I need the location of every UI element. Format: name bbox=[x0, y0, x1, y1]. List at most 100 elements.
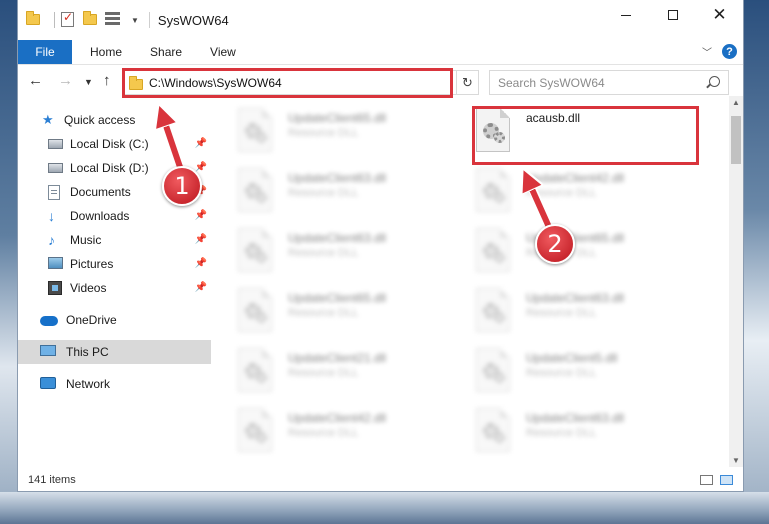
sidebar-item-label: Documents bbox=[70, 185, 131, 199]
item-count: 141 items bbox=[28, 474, 76, 486]
list-item[interactable]: UpdateClient5.dll Resource DLL bbox=[476, 346, 706, 404]
list-item[interactable]: UpdateClient63.dll Resource DLL bbox=[476, 286, 706, 344]
ribbon-tabs: File Home Share View ﹀ ? bbox=[18, 40, 743, 65]
sidebar-item-onedrive[interactable]: OneDrive bbox=[18, 308, 211, 332]
dll-file-icon bbox=[238, 228, 272, 272]
dll-file-icon bbox=[476, 228, 510, 272]
file-name: UpdateClient65.dll bbox=[288, 291, 387, 305]
downloads-icon: ↓ bbox=[48, 208, 55, 224]
back-arrow-icon[interactable]: ← bbox=[28, 72, 43, 89]
quick-access-toolbar: ▼ bbox=[26, 0, 139, 40]
music-icon: ♪ bbox=[48, 232, 55, 248]
sidebar-item-label: Local Disk (C:) bbox=[70, 137, 149, 151]
sidebar-item-label: Music bbox=[70, 233, 102, 247]
sidebar-item-pictures[interactable]: Pictures 📌 bbox=[18, 252, 211, 276]
folder-icon bbox=[26, 11, 42, 28]
file-name: UpdateClient42.dll bbox=[288, 411, 387, 425]
dll-file-icon bbox=[238, 108, 272, 152]
help-icon[interactable]: ? bbox=[722, 44, 737, 59]
vertical-scrollbar[interactable]: ▲ ▼ bbox=[729, 96, 743, 467]
dll-file-icon bbox=[476, 408, 510, 452]
minimize-button[interactable] bbox=[602, 0, 649, 30]
desktop-background-left bbox=[0, 0, 18, 524]
pin-icon: 📌 bbox=[194, 258, 207, 269]
sidebar-item-label: OneDrive bbox=[66, 313, 117, 327]
tab-share[interactable]: Share bbox=[136, 40, 196, 64]
title-separator bbox=[148, 12, 150, 28]
file-name: UpdateClient63.dll bbox=[288, 231, 387, 245]
ribbon-right-controls: ﹀ ? bbox=[702, 44, 737, 59]
tab-file[interactable]: File bbox=[18, 40, 72, 64]
new-folder-icon[interactable] bbox=[83, 11, 99, 28]
documents-icon bbox=[48, 185, 64, 200]
customize-toolbar-chevron-icon[interactable]: ▼ bbox=[131, 16, 139, 25]
sidebar-item-quick-access[interactable]: ★ Quick access bbox=[18, 108, 211, 132]
search-icon[interactable] bbox=[709, 76, 720, 87]
scrollbar-thumb[interactable] bbox=[731, 116, 741, 164]
sidebar-item-videos[interactable]: Videos 📌 bbox=[18, 276, 211, 300]
list-item[interactable]: UpdateClient63.dll Resource DLL bbox=[476, 406, 706, 464]
file-name: UpdateClient42.dll bbox=[526, 171, 625, 185]
title-bar: ▼ SysWOW64 ✕ bbox=[18, 0, 743, 40]
step-1-badge: 1 bbox=[162, 166, 202, 206]
sidebar-item-local-disk-c[interactable]: Local Disk (C:) 📌 bbox=[18, 132, 211, 156]
file-description: Resource DLL bbox=[526, 427, 597, 439]
sidebar-item-downloads[interactable]: ↓ Downloads 📌 bbox=[18, 204, 211, 228]
up-arrow-icon[interactable]: ↑ bbox=[103, 72, 111, 89]
sidebar-item-label: Local Disk (D:) bbox=[70, 161, 149, 175]
maximize-icon bbox=[667, 10, 678, 20]
network-icon bbox=[40, 377, 60, 391]
dll-file-icon bbox=[238, 288, 272, 332]
list-item[interactable]: UpdateClient63.dll Resource DLL bbox=[238, 226, 468, 284]
file-highlight bbox=[472, 106, 699, 165]
list-item[interactable]: UpdateClient65.dll Resource DLL bbox=[238, 286, 468, 344]
dll-file-icon bbox=[476, 168, 510, 212]
search-box[interactable]: Search SysWOW64 bbox=[489, 70, 729, 95]
recent-locations-chevron-icon[interactable]: ▼ bbox=[84, 77, 93, 87]
list-item[interactable]: UpdateClient42.dll Resource DLL bbox=[476, 166, 706, 224]
dll-file-icon bbox=[476, 348, 510, 392]
list-item[interactable]: UpdateClient63.dll Resource DLL bbox=[238, 166, 468, 224]
refresh-icon[interactable]: ↻ bbox=[456, 71, 478, 94]
address-bar-highlight bbox=[122, 68, 453, 98]
star-icon: ★ bbox=[42, 112, 54, 127]
file-description: Resource DLL bbox=[288, 127, 359, 139]
properties-icon[interactable] bbox=[61, 10, 77, 28]
list-item[interactable]: UpdateClient65.dll Resource DLL bbox=[476, 226, 706, 284]
scroll-down-arrow-icon[interactable]: ▼ bbox=[732, 456, 740, 465]
forward-arrow-icon[interactable]: → bbox=[58, 72, 73, 89]
dll-file-icon bbox=[238, 408, 272, 452]
file-name: UpdateClient5.dll bbox=[526, 351, 618, 365]
file-description: Resource DLL bbox=[526, 307, 597, 319]
toolbar-separator bbox=[54, 12, 55, 28]
sidebar-item-this-pc[interactable]: This PC bbox=[18, 340, 211, 364]
sidebar-item-label: Videos bbox=[70, 281, 107, 295]
file-description: Resource DLL bbox=[288, 187, 359, 199]
navigation-pane: ★ Quick access Local Disk (C:) 📌 Local D… bbox=[18, 102, 211, 467]
sidebar-item-music[interactable]: ♪ Music 📌 bbox=[18, 228, 211, 252]
list-item[interactable]: UpdateClient21.dll Resource DLL bbox=[238, 346, 468, 404]
large-icons-view-icon[interactable] bbox=[720, 475, 733, 485]
scroll-up-arrow-icon[interactable]: ▲ bbox=[732, 98, 740, 107]
details-view-icon[interactable] bbox=[700, 475, 713, 485]
search-input[interactable]: Search SysWOW64 bbox=[498, 76, 605, 90]
maximize-button[interactable] bbox=[649, 0, 696, 30]
expand-ribbon-chevron-icon[interactable]: ﹀ bbox=[702, 44, 712, 59]
sidebar-item-label: Pictures bbox=[70, 257, 114, 271]
dll-file-icon bbox=[238, 168, 272, 212]
file-description: Resource DLL bbox=[526, 187, 597, 199]
sidebar-item-label: Network bbox=[66, 377, 111, 391]
close-button[interactable]: ✕ bbox=[696, 0, 743, 30]
pictures-icon bbox=[48, 257, 64, 271]
file-name: UpdateClient63.dll bbox=[526, 291, 625, 305]
sidebar-item-network[interactable]: Network bbox=[18, 372, 211, 396]
views-icon[interactable] bbox=[105, 12, 123, 28]
drive-icon bbox=[48, 161, 64, 175]
onedrive-icon bbox=[40, 313, 60, 327]
list-item[interactable]: UpdateClient42.dll Resource DLL bbox=[238, 406, 468, 464]
list-item[interactable]: UpdateClient65.dll Resource DLL bbox=[238, 106, 468, 164]
window-title: SysWOW64 bbox=[157, 12, 229, 28]
file-description: Resource DLL bbox=[526, 367, 597, 379]
tab-home[interactable]: Home bbox=[72, 40, 136, 64]
tab-view[interactable]: View bbox=[196, 40, 250, 64]
